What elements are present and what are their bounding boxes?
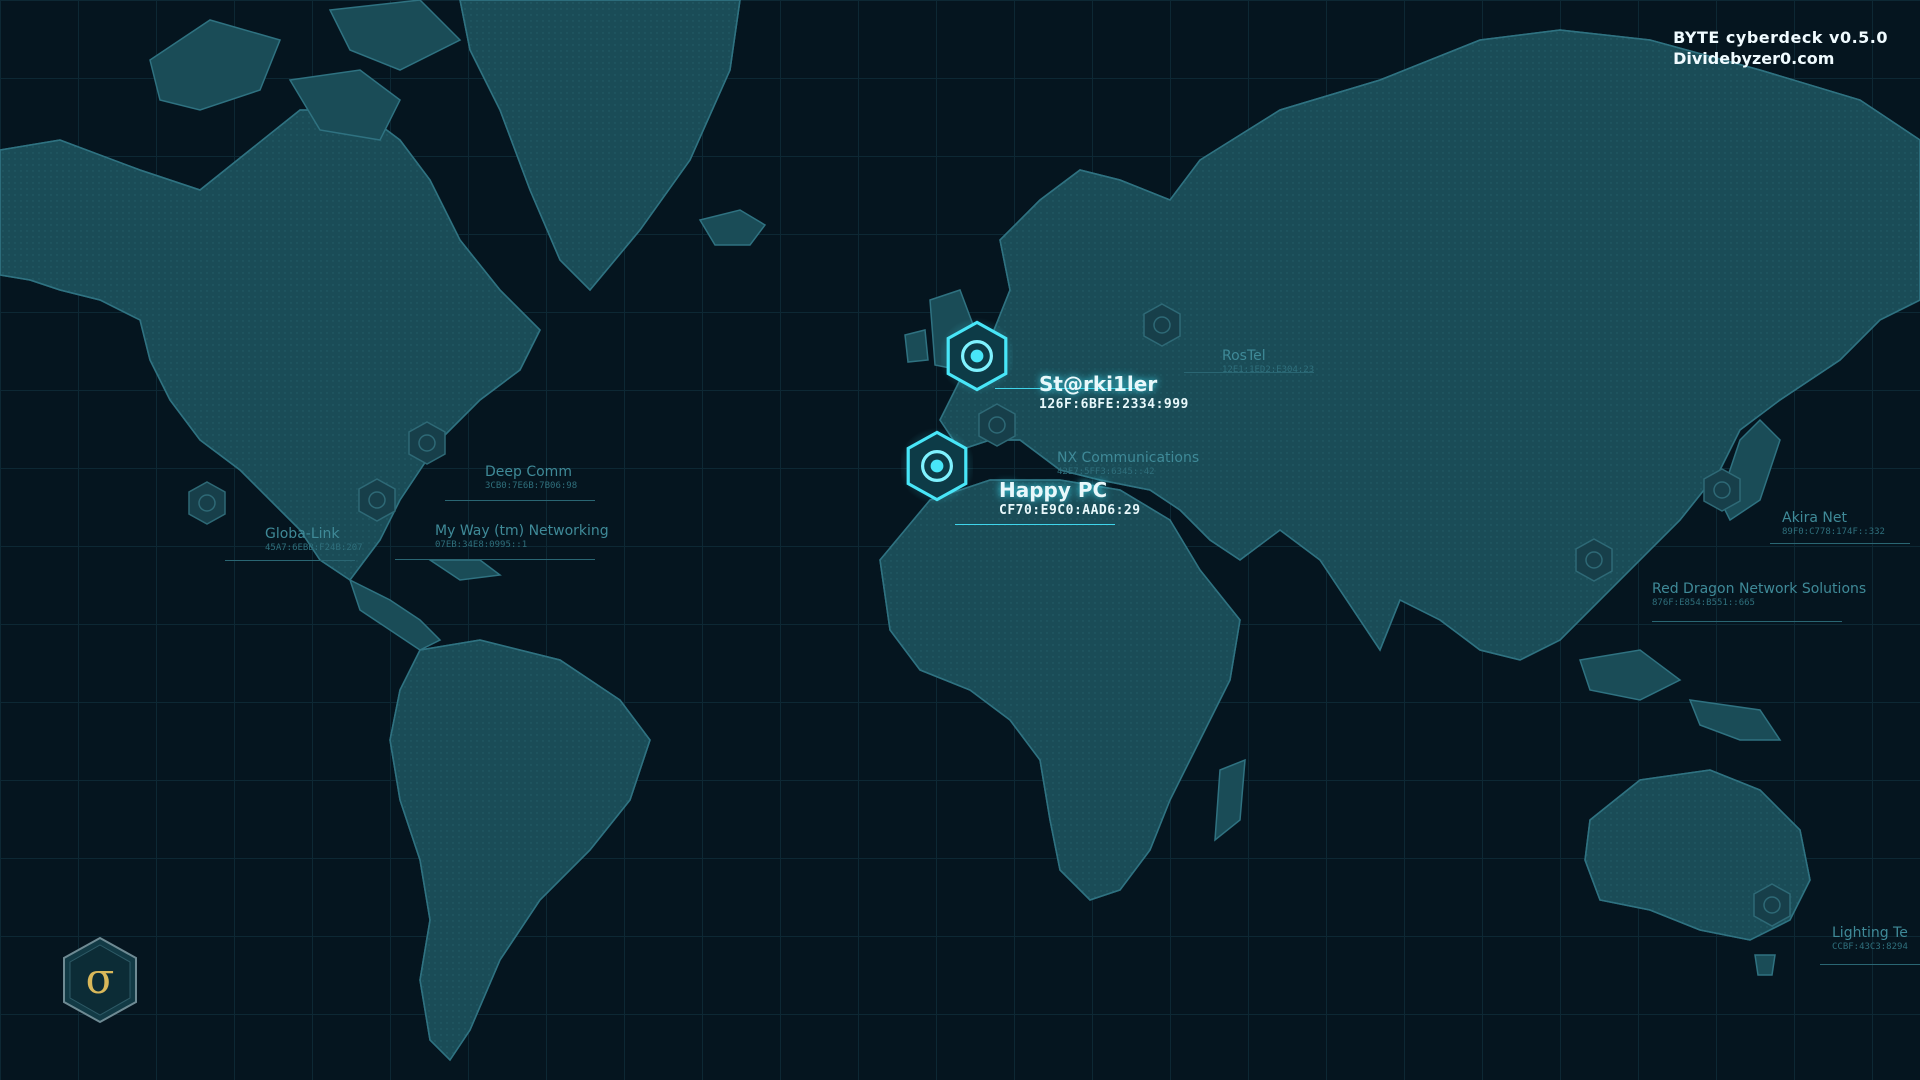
node-address: 42E7:5FF3:6345::42 xyxy=(1057,467,1155,477)
hex-node-icon xyxy=(941,317,1013,395)
sigma-logo-icon[interactable]: σ xyxy=(60,935,140,1025)
node-address: 89F0:C778:174F::332 xyxy=(1782,527,1885,537)
hex-node-icon xyxy=(901,427,973,505)
node-address: 126F:6BFE:2334:999 xyxy=(1039,397,1189,412)
node-name: Deep Comm xyxy=(485,464,572,480)
node-leader-line xyxy=(1770,543,1910,544)
hex-node-icon xyxy=(978,403,1016,447)
node-address: CF70:E9C0:AAD6:29 xyxy=(999,503,1141,518)
node-name: St@rki1ler xyxy=(1039,372,1158,396)
hex-node-icon xyxy=(188,481,226,525)
node-name: Akira Net xyxy=(1782,510,1847,526)
node-leader-line xyxy=(955,524,1115,525)
node-address: 876F:E854:B551::665 xyxy=(1652,598,1755,608)
node-leader-line xyxy=(1652,621,1842,622)
node-address: 3CB0:7E6B:7B06:98 xyxy=(485,481,578,491)
node-name: My Way (tm) Networking xyxy=(435,523,609,539)
node-address: 07EB:34E8:0995::1 xyxy=(435,540,528,550)
node-address: CCBF:43C3:8294 xyxy=(1832,942,1908,952)
node-leader-line xyxy=(445,500,595,501)
node-leader-line xyxy=(395,559,595,560)
node-address: 12E1:1ED2:E304:23 xyxy=(1222,365,1315,375)
node-name: Lighting Te xyxy=(1832,925,1908,941)
node-name: RosTel xyxy=(1222,348,1266,364)
hex-node-icon xyxy=(358,478,396,522)
hex-node-icon xyxy=(408,421,446,465)
node-name: Globa-Link xyxy=(265,526,340,542)
hex-node-icon xyxy=(1143,303,1181,347)
app-name: BYTE cyberdeck v0.5.0 xyxy=(1673,28,1888,47)
node-name: Happy PC xyxy=(999,478,1108,502)
node-leader-line xyxy=(1820,964,1920,965)
hex-node-icon xyxy=(1703,468,1741,512)
node-address: 45A7:6EBB:F24B:207 xyxy=(265,543,363,553)
sigma-glyph: σ xyxy=(86,954,115,1003)
hex-node-icon xyxy=(1575,538,1613,582)
node-name: NX Communications xyxy=(1057,450,1200,466)
website-text: Dividebyzer0.com xyxy=(1673,49,1835,68)
world-map: St@rki1ler 126F:6BFE:2334:999 Happy PC C… xyxy=(0,0,1920,1080)
hex-node-icon xyxy=(1753,883,1791,927)
node-name: Red Dragon Network Solutions xyxy=(1652,581,1867,597)
branding: BYTE cyberdeck v0.5.0 Dividebyzer0.com xyxy=(1673,28,1888,68)
node-leader-line xyxy=(225,560,355,561)
